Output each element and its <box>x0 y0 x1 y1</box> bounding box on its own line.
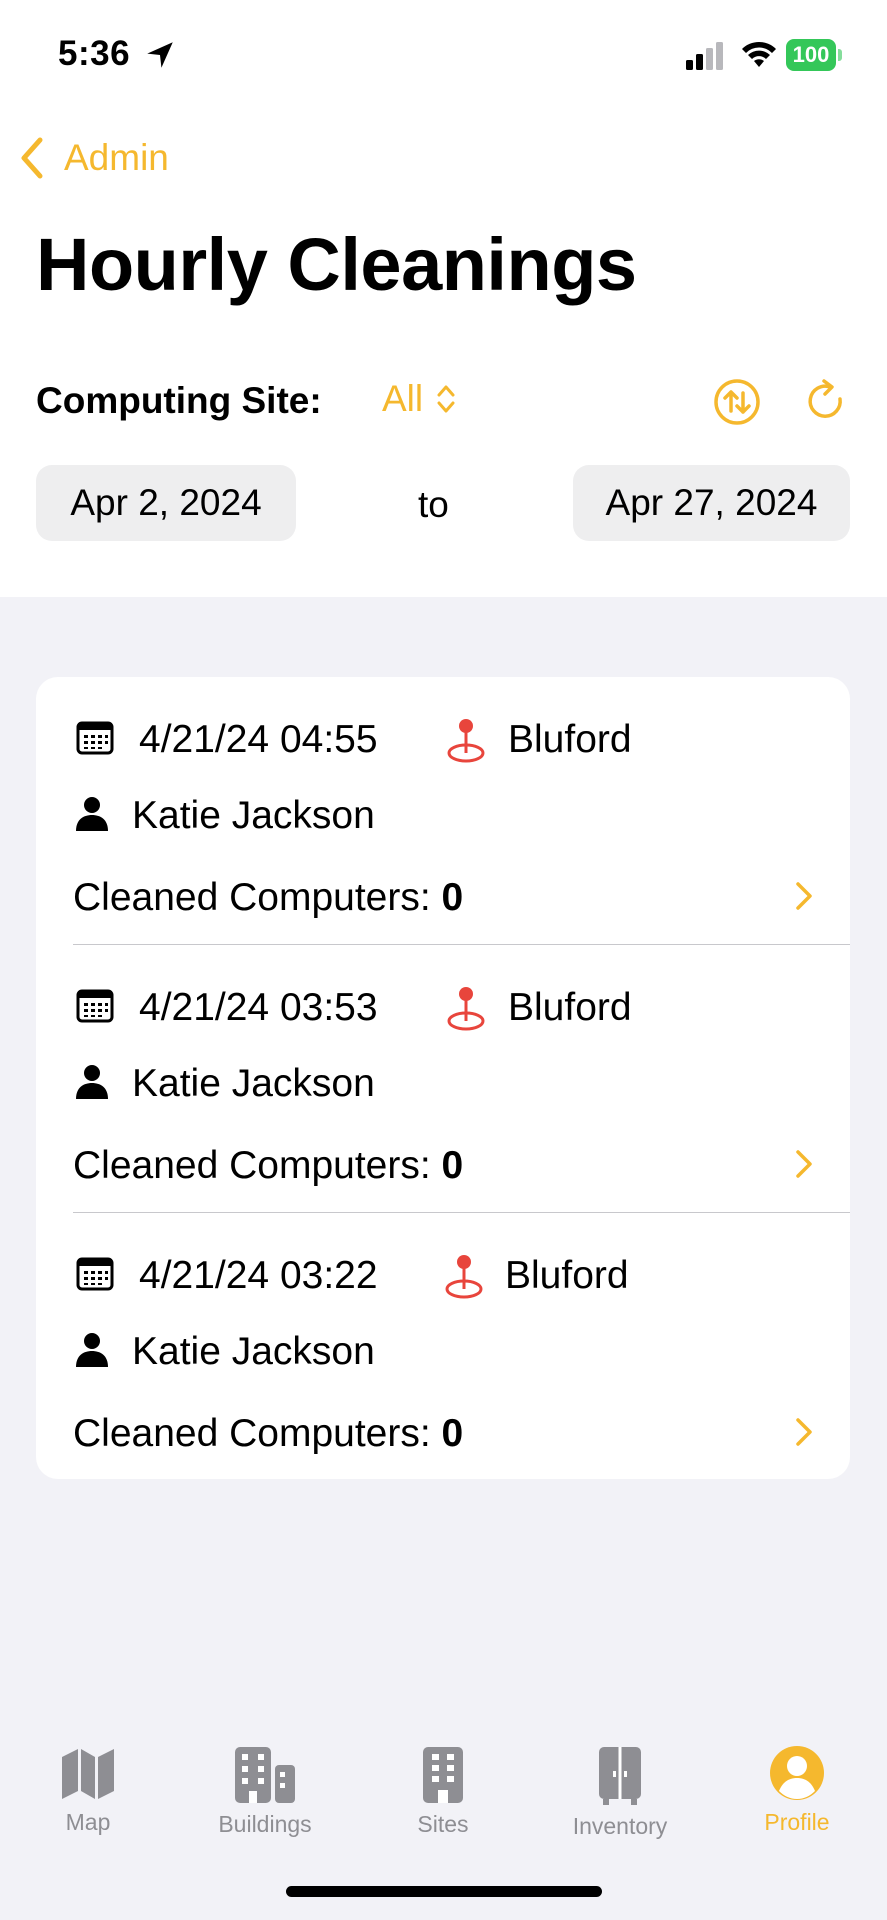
date-range-separator: to <box>418 484 449 525</box>
person-icon <box>76 797 108 831</box>
sort-toggle-icon[interactable] <box>713 378 761 426</box>
cleaning-site: Bluford <box>505 1254 629 1297</box>
site-picker[interactable]: All <box>382 378 457 420</box>
chevron-up-down-icon <box>437 385 455 413</box>
battery-indicator: 100 <box>786 39 842 71</box>
map-pin-icon <box>447 987 485 1031</box>
cleaning-person: Katie Jackson <box>132 794 375 837</box>
tab-label: Buildings <box>218 1811 312 1837</box>
cleaning-row[interactable]: 4/21/24 03:53 Bluford Katie Jackson Clea… <box>36 945 850 1213</box>
battery-level: 100 <box>786 39 836 71</box>
cleaned-computers-label: Cleaned Computers: <box>73 1412 431 1455</box>
person-circle-icon <box>770 1746 824 1800</box>
calendar-icon <box>76 989 114 1023</box>
cleaned-computers-label: Cleaned Computers: <box>73 1144 431 1187</box>
back-button[interactable]: Admin <box>18 133 169 183</box>
battery-cap <box>838 49 842 61</box>
site-filter-label: Computing Site: <box>36 380 322 421</box>
calendar-icon <box>76 1257 114 1291</box>
tab-label: Inventory <box>572 1813 668 1839</box>
cleanings-list: 4/21/24 04:55 Bluford Katie Jackson Clea… <box>36 677 850 1479</box>
wifi-icon <box>742 41 776 67</box>
site-picker-value: All <box>382 378 424 419</box>
tab-inventory[interactable]: Inventory <box>550 1720 690 1840</box>
cleaning-datetime: 4/21/24 03:53 <box>139 986 378 1029</box>
calendar-icon <box>76 721 114 755</box>
cleaned-computers-row: Cleaned Computers: 0 <box>73 1144 463 1188</box>
cleaned-computers-row: Cleaned Computers: 0 <box>73 876 463 920</box>
page-title: Hourly Cleanings <box>36 223 637 306</box>
cleaning-person: Katie Jackson <box>132 1062 375 1105</box>
cleaning-datetime: 4/21/24 04:55 <box>139 718 378 761</box>
cleaning-site: Bluford <box>508 986 632 1029</box>
tab-buildings[interactable]: Buildings <box>195 1720 335 1840</box>
cleaned-computers-count: 0 <box>441 876 464 919</box>
tab-profile[interactable]: Profile <box>727 1720 867 1840</box>
chevron-left-icon <box>21 137 43 179</box>
cleaning-datetime: 4/21/24 03:22 <box>139 1254 378 1297</box>
cleaning-row[interactable]: 4/21/24 04:55 Bluford Katie Jackson Clea… <box>36 677 850 945</box>
cleaned-computers-row: Cleaned Computers: 0 <box>73 1412 463 1456</box>
chevron-right-icon <box>796 1418 812 1446</box>
status-time: 5:36 <box>58 34 131 73</box>
tab-label: Sites <box>417 1811 469 1837</box>
refresh-icon[interactable] <box>804 378 850 426</box>
tab-map[interactable]: Map <box>18 1720 158 1840</box>
buildings-icon <box>235 1747 295 1803</box>
cleaning-person: Katie Jackson <box>132 1330 375 1373</box>
home-indicator <box>286 1886 602 1897</box>
cellular-signal-icon <box>686 42 723 70</box>
cabinet-icon <box>599 1747 641 1805</box>
person-icon <box>76 1065 108 1099</box>
chevron-right-icon <box>796 882 812 910</box>
chevron-right-icon <box>796 1150 812 1178</box>
building-icon <box>423 1747 463 1803</box>
map-icon <box>62 1749 114 1799</box>
tab-label: Profile <box>764 1809 830 1835</box>
cleaned-computers-count: 0 <box>441 1144 464 1187</box>
map-pin-icon <box>445 1255 483 1299</box>
end-date-picker[interactable]: Apr 27, 2024 <box>573 465 850 541</box>
cleaning-row[interactable]: 4/21/24 03:22 Bluford Katie Jackson Clea… <box>36 1213 850 1479</box>
cleaned-computers-count: 0 <box>441 1412 464 1455</box>
map-pin-icon <box>447 719 485 763</box>
start-date-picker[interactable]: Apr 2, 2024 <box>36 465 296 541</box>
location-arrow-icon <box>147 42 173 68</box>
tab-sites[interactable]: Sites <box>373 1720 513 1840</box>
cleaning-site: Bluford <box>508 718 632 761</box>
back-label: Admin <box>64 137 169 178</box>
tab-label: Map <box>65 1809 111 1835</box>
person-icon <box>76 1333 108 1367</box>
cleaned-computers-label: Cleaned Computers: <box>73 876 431 919</box>
